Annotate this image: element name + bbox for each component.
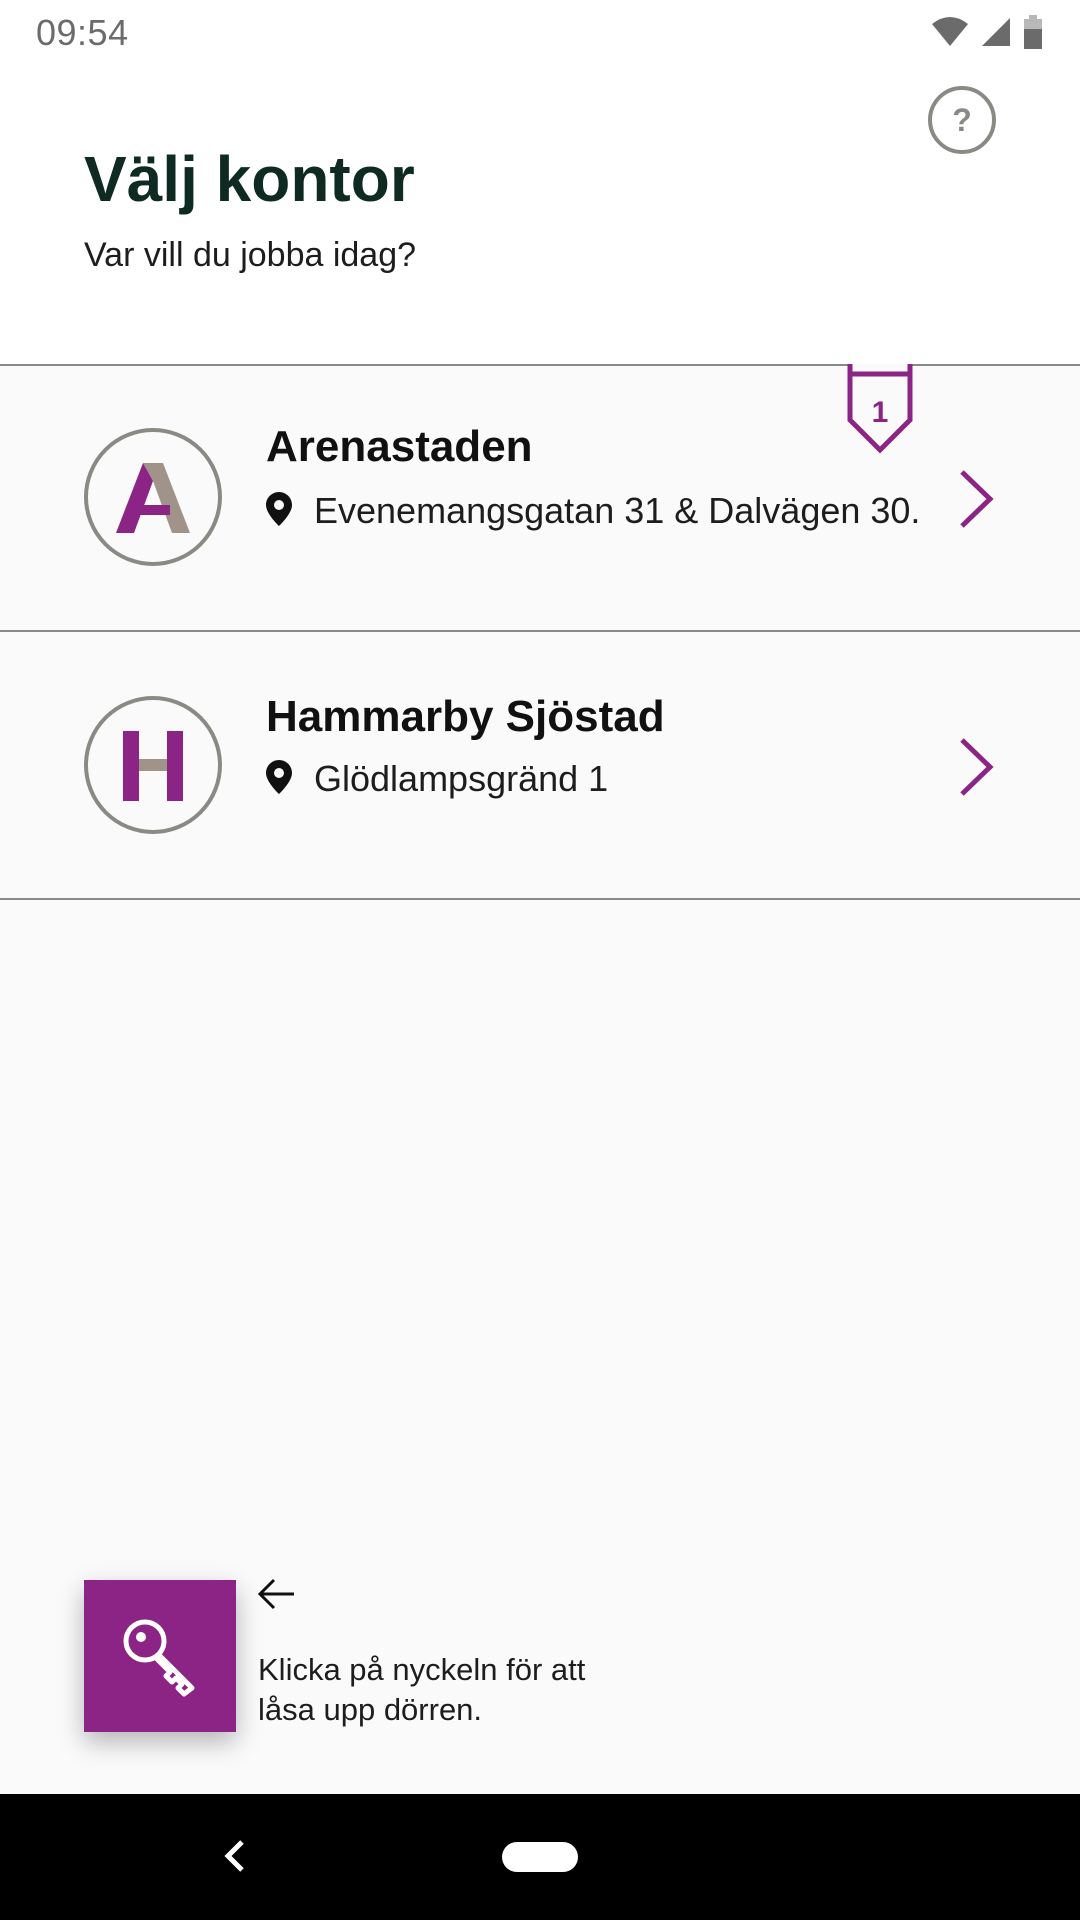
office-name: Arenastaden: [266, 422, 533, 471]
wifi-icon: [932, 17, 968, 46]
location-pin-icon: [266, 760, 292, 794]
office-address: Evenemangsgatan 31 & Dalvägen 30.: [314, 490, 921, 531]
office-item-hammarby-sjostad[interactable]: H Hammarby Sjöstad Glödlampsgränd 1: [0, 634, 1080, 900]
system-nav-bar: [0, 1794, 1080, 1920]
unlock-key-button[interactable]: [84, 1580, 236, 1732]
unlock-hint-text: Klicka på nyckeln för att låsa upp dörre…: [258, 1652, 586, 1727]
arrow-left-icon: [257, 1578, 294, 1610]
status-icons: [930, 14, 1044, 50]
office-letter-badge: H: [84, 696, 222, 834]
key-icon: [123, 1619, 195, 1697]
office-address-row: Glödlampsgränd 1: [266, 756, 934, 802]
battery-icon: [1024, 15, 1042, 49]
bookmark-count-badge: 1: [847, 364, 913, 454]
help-button[interactable]: ?: [928, 86, 996, 154]
chevron-right-icon: [960, 738, 994, 796]
location-pin-icon: [266, 492, 292, 526]
question-mark-icon: ?: [952, 101, 972, 138]
back-icon[interactable]: [220, 1836, 248, 1876]
chevron-right-icon: [960, 470, 994, 528]
office-picker-screen: 09:54 ? Välj kontor Var vill du jobba id…: [0, 0, 1080, 1920]
page-subtitle: Var vill du jobba idag?: [84, 236, 417, 274]
status-time: 09:54: [36, 12, 129, 53]
page-header: ? Välj kontor Var vill du jobba idag?: [0, 64, 1080, 366]
page-title: Välj kontor: [84, 143, 415, 215]
cellular-signal-icon: [982, 18, 1010, 46]
office-letter-badge: A: [84, 428, 222, 566]
bookmark-count: 1: [872, 396, 889, 429]
office-item-arenastaden[interactable]: A Arenastaden Evenemangsgatan 31 & Dalvä…: [0, 364, 1080, 632]
status-bar: 09:54: [0, 0, 1080, 64]
office-name: Hammarby Sjöstad: [266, 692, 665, 741]
office-letter-h-logo: [123, 731, 183, 801]
home-pill-icon[interactable]: [502, 1842, 578, 1872]
office-letter-a-logo: [116, 463, 190, 533]
office-address-row: Evenemangsgatan 31 & Dalvägen 30.: [266, 488, 934, 534]
office-address: Glödlampsgränd 1: [314, 758, 609, 799]
